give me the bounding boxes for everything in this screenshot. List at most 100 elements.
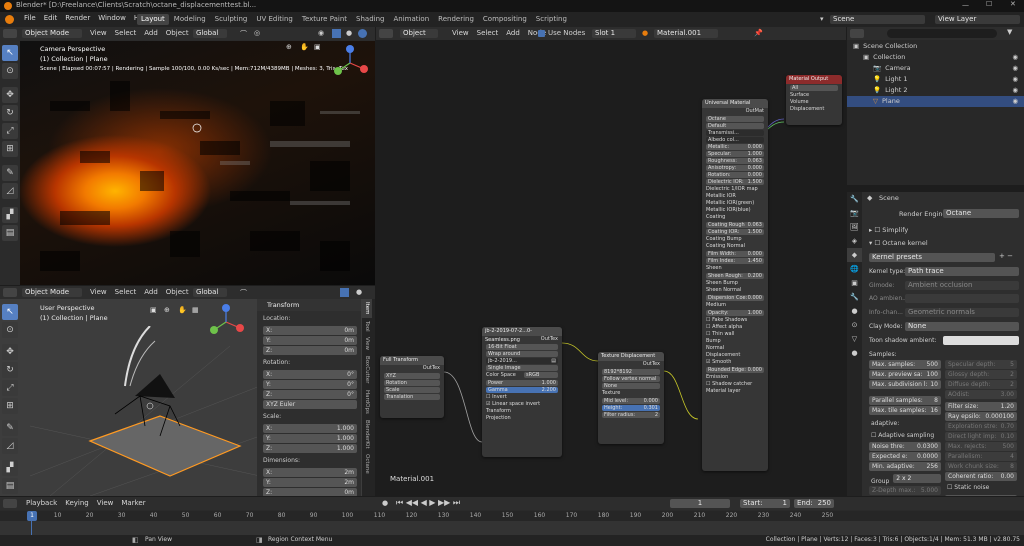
tab-layout[interactable]: Layout <box>137 14 169 25</box>
um-value-field[interactable]: Film Width: 0.000 <box>706 251 764 257</box>
camera-view-icon[interactable]: ▣ <box>150 306 157 314</box>
outliner-item-scene-collection[interactable]: ▣ Scene Collection <box>847 41 1024 52</box>
orientation-select[interactable]: Global <box>193 288 227 297</box>
menu-edit[interactable]: Edit <box>40 14 62 22</box>
image-mode-select[interactable]: Single Image <box>486 365 558 371</box>
menu-file[interactable]: File <box>20 14 40 22</box>
octane-kernel-panel[interactable]: ▾ ☐ Octane kernel <box>869 239 928 247</box>
location-x-field[interactable]: X: 0m <box>263 326 357 335</box>
measure-tool-icon[interactable]: ◿ <box>2 183 18 199</box>
tab-rendering[interactable]: Rendering <box>434 14 478 25</box>
rotation-x-field[interactable]: X: 0° <box>263 370 357 379</box>
node-full-transform[interactable]: Full Transform OutTex XYZ Rotation Scale Tr… <box>380 356 444 418</box>
annotate-tool-icon[interactable]: ✎ <box>2 420 18 436</box>
image-wrap-around-select[interactable]: Wrap around <box>486 351 558 357</box>
um-dielectric-ior-field[interactable]: Dielectric IOR: 1.500 <box>706 179 764 185</box>
bsdf-model-select[interactable]: Octane <box>706 116 764 122</box>
select-tool-icon[interactable]: ↖ <box>2 304 18 320</box>
scale-x-field[interactable]: X: 1.000 <box>263 424 357 433</box>
measure-tool-icon[interactable]: ◿ <box>2 438 18 454</box>
n-tab-tool[interactable]: Tool <box>362 318 372 335</box>
tab-sculpting[interactable]: Sculpting <box>211 14 252 25</box>
output-socket-displacement[interactable]: Displacement <box>786 106 842 113</box>
um-thin-wall-checkbox[interactable]: ☐ Thin wall <box>702 331 768 338</box>
rotate-tool-icon[interactable]: ↻ <box>2 105 18 121</box>
properties-tab-2-icon[interactable]: 🖼 <box>847 220 862 234</box>
filter-icon[interactable]: ▼ <box>1007 28 1012 36</box>
tab-uv-editing[interactable]: UV Editing <box>252 14 297 25</box>
prop-field[interactable]: Ray epsilo: 0.000100 <box>945 412 1017 421</box>
boxcutter-tool-icon[interactable]: ▞ <box>2 207 18 223</box>
prop-field[interactable]: Max. samples: 500 <box>869 360 941 369</box>
visibility-eye-icon[interactable]: ◉ <box>1012 74 1018 85</box>
visibility-eye-icon[interactable]: ◉ <box>1012 52 1018 63</box>
prop-field[interactable]: Noise thre: 0.0300 <box>869 442 941 451</box>
playhead[interactable]: 1 <box>27 511 37 521</box>
um-albedo-col-field[interactable]: Albedo col... <box>706 137 764 143</box>
camera-view-icon[interactable]: ▣ <box>314 43 321 51</box>
location-y-field[interactable]: Y: 0m <box>263 336 357 345</box>
um-affect-alpha-checkbox[interactable]: ☐ Affect alpha <box>702 324 768 331</box>
invert-checkbox[interactable]: ☐ Invert <box>482 394 562 401</box>
proportional-icon[interactable]: ◎ <box>254 29 260 37</box>
clay-mode-select[interactable]: None <box>905 322 1019 331</box>
menu-marker[interactable]: Marker <box>117 499 149 507</box>
transform-tool-icon[interactable]: ⊞ <box>2 398 18 414</box>
gimode-select[interactable]: Ambient occlusion <box>905 281 1019 290</box>
um-value-field[interactable]: Film Index: 1.450 <box>706 258 764 264</box>
visibility-eye-icon[interactable]: ◉ <box>1012 96 1018 107</box>
mid-level-field[interactable]: Mid level: 0.000 <box>602 398 660 404</box>
kernel-type-select[interactable]: Path trace <box>905 267 1019 276</box>
timeline-ruler[interactable]: 10 20 30 40 50 60 70 80 90 100 110 120 130 140 150 160 1… <box>0 511 1024 521</box>
menu-playback[interactable]: Playback <box>22 499 61 507</box>
properties-tab-8-icon[interactable]: ● <box>847 304 862 318</box>
transform-scale-select[interactable]: Scale <box>384 387 440 393</box>
n-tab-item[interactable]: Item <box>362 299 372 318</box>
transform-tool-icon[interactable]: ⊞ <box>2 141 18 157</box>
info-channel-select[interactable]: Geometric normals <box>905 308 1019 317</box>
node-material-output[interactable]: Material Output All Surface Volume Displac… <box>786 75 842 125</box>
tab-animation[interactable]: Animation <box>389 14 433 25</box>
prop-field[interactable]: Work chunk size: 8 <box>945 462 1017 471</box>
end-frame-field[interactable]: End: 250 <box>794 499 834 508</box>
n-tab-octane[interactable]: Octane <box>362 451 372 477</box>
editor-type-icon[interactable] <box>3 499 17 508</box>
menu-view[interactable]: View <box>86 29 111 37</box>
pan-hand-icon[interactable]: ✋ <box>178 306 187 314</box>
prop-field[interactable]: AOdist: 3.00 <box>945 390 1017 399</box>
properties-tab-6-icon[interactable]: ▣ <box>847 276 862 290</box>
um-transmissi-field[interactable]: Transmissi... <box>706 130 764 136</box>
move-tool-icon[interactable]: ✥ <box>2 87 18 103</box>
minimize-button[interactable]: — <box>962 1 969 9</box>
dimensions-y-field[interactable]: Y: 2m <box>263 478 357 487</box>
menu-select[interactable]: Select <box>111 29 141 37</box>
location-z-field[interactable]: Z: 0m <box>263 346 357 355</box>
n-tab-boxcutter[interactable]: BoxCutter <box>362 353 372 387</box>
prop-field[interactable]: Expected e: 0.0000 <box>869 452 941 461</box>
filter-type-select[interactable]: None <box>602 383 660 389</box>
boxcutter-tool-icon[interactable]: ▞ <box>2 460 18 476</box>
color-space-select[interactable]: sRGB <box>524 372 558 378</box>
properties-tab-7-icon[interactable]: 🔧 <box>847 290 862 304</box>
image-16-bit-float-select[interactable]: 16-Bit Float <box>486 344 558 350</box>
menu-window[interactable]: Window <box>94 14 130 22</box>
search-icon[interactable] <box>887 29 997 38</box>
render-engine-select[interactable]: Octane <box>943 209 1019 218</box>
prop-field[interactable]: Diffuse depth: 2 <box>945 380 1017 389</box>
cursor-tool-icon[interactable]: ⊙ <box>2 63 18 79</box>
prop-field[interactable]: Glossy depth: 2 <box>945 370 1017 379</box>
n-tab-blenderkit[interactable]: BlenderKit <box>362 417 372 452</box>
tab-shading[interactable]: Shading <box>352 14 388 25</box>
prop-field[interactable]: Exploration stre: 0.70 <box>945 422 1017 431</box>
node-editor[interactable]: Object View Select Add Node Use Nodes Slot … <box>376 27 846 496</box>
menu-render[interactable]: Render <box>61 14 94 22</box>
prop-field[interactable]: Specular depth: 5 <box>945 360 1017 369</box>
height-field[interactable]: Height: 0.301 <box>602 405 660 411</box>
prop-field[interactable]: Parallelism: 4 <box>945 452 1017 461</box>
shading-solid-icon[interactable]: ● <box>346 29 352 37</box>
orientation-select[interactable]: Global <box>193 29 227 38</box>
navigation-gizmo[interactable] <box>330 43 370 83</box>
move-tool-icon[interactable]: ✥ <box>2 344 18 360</box>
linear-invert-checkbox[interactable]: ☑ Linear space invert <box>482 401 562 408</box>
um-metallic-field[interactable]: Metallic: 0.000 <box>706 144 764 150</box>
